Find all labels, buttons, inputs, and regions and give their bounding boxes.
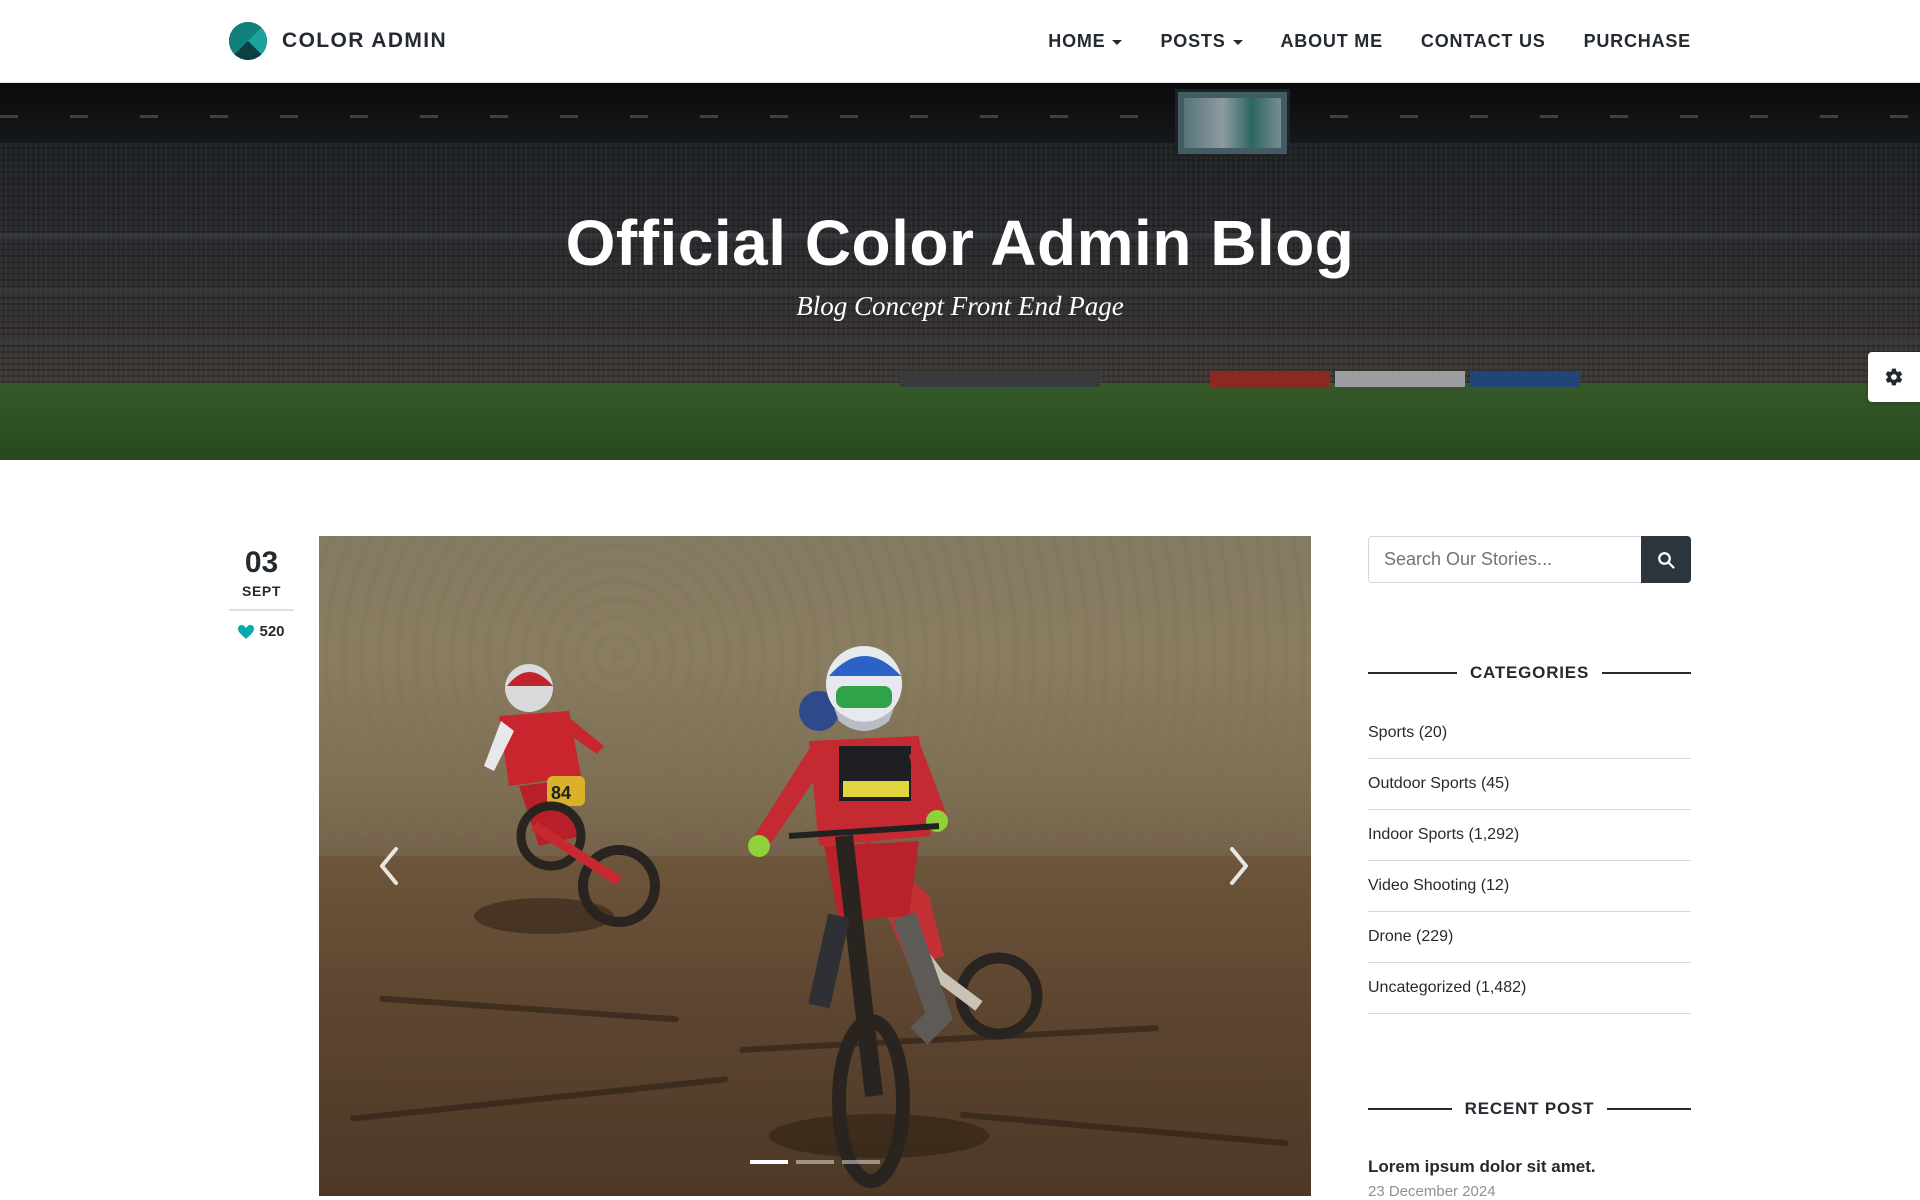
recent-post-title-heading: RECENT POST	[1464, 1099, 1595, 1118]
category-link[interactable]: Outdoor Sports (45)	[1368, 759, 1691, 810]
brand[interactable]: COLOR ADMIN	[229, 21, 447, 61]
category-link[interactable]: Sports (20)	[1368, 708, 1691, 759]
nav-about-me-label: ABOUT ME	[1280, 31, 1383, 51]
categories-list: Sports (20) Outdoor Sports (45) Indoor S…	[1368, 708, 1691, 1014]
nav-home[interactable]: HOME	[1048, 31, 1123, 52]
recent-post-item: Lorem ipsum dolor sit amet. 23 December …	[1368, 1157, 1691, 1200]
search-input[interactable]	[1368, 536, 1641, 583]
post-date-day: 03	[244, 546, 279, 579]
post-image-carousel[interactable]: 84	[319, 536, 1311, 1196]
category-link[interactable]: Indoor Sports (1,292)	[1368, 810, 1691, 861]
carousel-next-button[interactable]	[1219, 836, 1259, 896]
blog-sidebar: CATEGORIES Sports (20) Outdoor Sports (4…	[1368, 536, 1692, 1200]
categories-title: CATEGORIES	[1469, 663, 1590, 682]
recent-post-link[interactable]: Lorem ipsum dolor sit amet.	[1368, 1157, 1691, 1177]
caret-down-icon	[1112, 40, 1123, 45]
post-likes[interactable]: 520	[229, 623, 294, 640]
carousel-prev-button[interactable]	[369, 836, 409, 896]
heading-rule	[1607, 1108, 1692, 1110]
hero-banner: Official Color Admin Blog Blog Concept F…	[0, 83, 1920, 460]
search-form	[1368, 536, 1691, 583]
carousel-indicator-2[interactable]	[796, 1160, 834, 1164]
caret-down-icon	[1232, 40, 1243, 45]
carousel-indicator-3[interactable]	[842, 1160, 880, 1164]
main-nav: HOME POSTS ABOUT ME CONTACT US PURCHASE	[1010, 0, 1691, 83]
nav-posts[interactable]: POSTS	[1160, 31, 1243, 52]
motocross-riders-image: 84	[474, 646, 1043, 1188]
chevron-left-icon	[380, 847, 398, 885]
nav-contact-us[interactable]: CONTACT US	[1421, 31, 1546, 52]
post-date: 03 SEPT 520	[229, 535, 294, 640]
theme-settings-button[interactable]	[1868, 352, 1920, 402]
site-header: COLOR ADMIN HOME POSTS ABOUT ME CONTACT …	[0, 0, 1920, 83]
nav-purchase-label: PURCHASE	[1583, 31, 1691, 51]
post-likes-count: 520	[259, 623, 285, 640]
recent-post-heading: RECENT POST	[1368, 1099, 1692, 1119]
carousel-indicator-1[interactable]	[750, 1160, 788, 1164]
hero-title: Official Color Admin Blog	[565, 207, 1355, 279]
nav-contact-us-label: CONTACT US	[1420, 31, 1546, 51]
nav-purchase[interactable]: PURCHASE	[1584, 31, 1691, 52]
heading-rule	[1368, 1108, 1452, 1110]
post-date-month: SEPT	[229, 583, 294, 611]
hero-subtitle: Blog Concept Front End Page	[796, 291, 1124, 321]
heart-icon	[238, 624, 255, 639]
category-link[interactable]: Uncategorized (1,482)	[1368, 963, 1691, 1014]
brand-name: COLOR ADMIN	[282, 29, 448, 52]
chevron-right-icon	[1230, 847, 1248, 885]
category-link[interactable]: Drone (229)	[1368, 912, 1691, 963]
nav-about-me[interactable]: ABOUT ME	[1281, 31, 1383, 52]
nav-home-label: HOME	[1048, 31, 1106, 51]
search-icon	[1658, 551, 1675, 569]
nav-posts-label: POSTS	[1160, 31, 1226, 51]
gear-icon	[1885, 368, 1903, 386]
carousel-indicators	[319, 1160, 1311, 1164]
color-admin-logo-icon	[229, 22, 267, 60]
heading-rule	[1602, 672, 1692, 674]
categories-heading: CATEGORIES	[1368, 663, 1692, 683]
category-link[interactable]: Video Shooting (12)	[1368, 861, 1691, 912]
heading-rule	[1368, 672, 1457, 674]
svg-text:84: 84	[551, 783, 571, 803]
recent-post-date: 23 December 2024	[1368, 1183, 1496, 1200]
search-button[interactable]	[1641, 536, 1691, 583]
